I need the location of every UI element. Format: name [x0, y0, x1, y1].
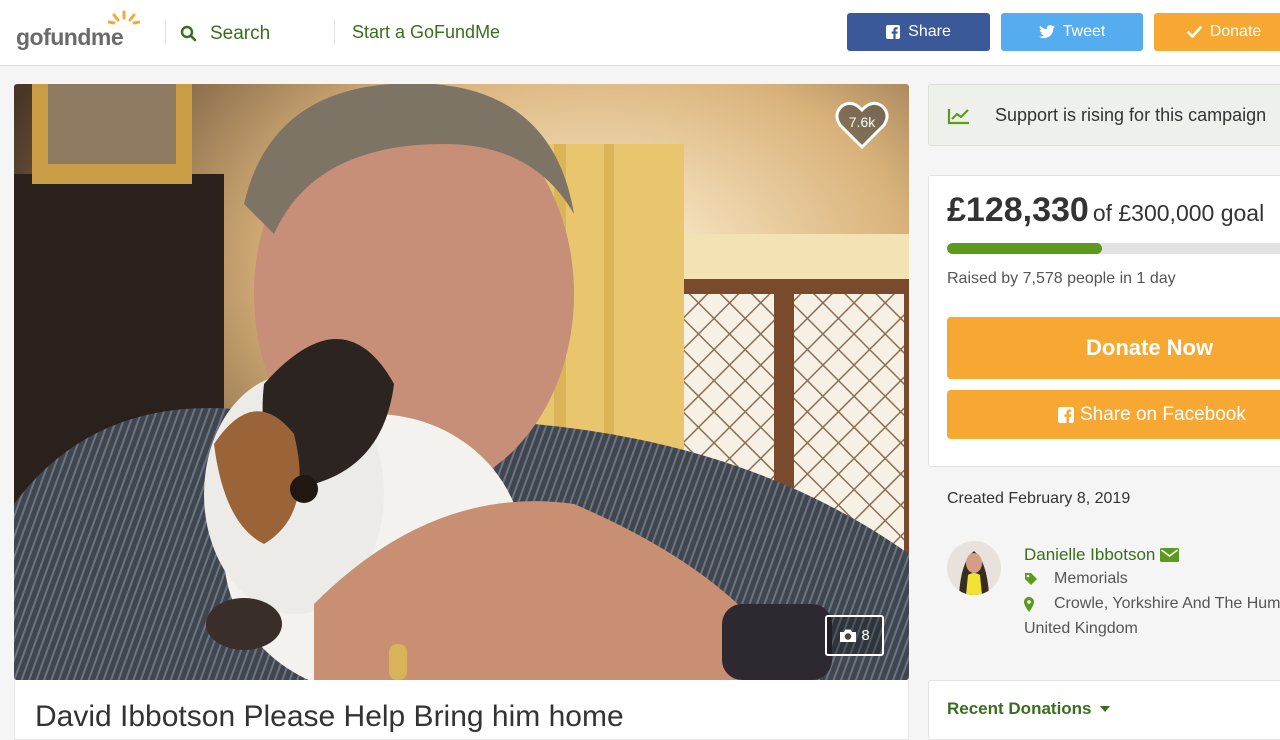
twitter-icon [1038, 25, 1055, 39]
donate-now-button[interactable]: Donate Now [947, 317, 1280, 379]
created-date: Created February 8, 2019 [947, 490, 1131, 507]
header-divider [165, 19, 166, 45]
share-button[interactable]: Share [847, 13, 990, 51]
progress-bar [947, 243, 1280, 254]
header-donate-button[interactable]: Donate [1154, 13, 1280, 51]
share-on-facebook-label: Share on Facebook [1080, 403, 1246, 425]
raised-summary: £128,330 of £300,000 goal [947, 191, 1264, 230]
site-header: gofundme Search Start a GoFundMe Share T… [0, 0, 1280, 66]
facebook-icon [886, 25, 901, 39]
facebook-icon [1058, 406, 1074, 423]
checkmark-icon [1186, 26, 1202, 38]
raised-goal: of £300,000 goal [1092, 200, 1265, 226]
caret-down-icon [1099, 706, 1110, 712]
recent-donations-toggle[interactable]: Recent Donations [947, 699, 1110, 719]
category-row: Memorials [1024, 570, 1128, 588]
donate-now-label: Donate Now [1086, 335, 1214, 360]
camera-icon [840, 629, 857, 642]
share-label: Share [908, 23, 951, 40]
location-line1: Crowle, Yorkshire And The Humber [1054, 595, 1280, 612]
tweet-button[interactable]: Tweet [1001, 13, 1143, 51]
header-divider [334, 19, 335, 45]
avatar-image [947, 541, 1001, 595]
support-rising-banner: Support is rising for this campaign [928, 84, 1280, 146]
campaign-title-card: David Ibbotson Please Help Bring him hom… [14, 680, 909, 740]
campaign-photo[interactable]: 7.6k 8 [14, 84, 909, 680]
search-icon [180, 25, 197, 42]
organizer-name: Danielle Ibbotson [1024, 545, 1156, 564]
category-link[interactable]: Memorials [1054, 570, 1128, 588]
tweet-label: Tweet [1062, 23, 1106, 40]
envelope-icon[interactable] [1160, 548, 1180, 562]
organizer-avatar[interactable] [947, 541, 1001, 595]
support-text: Support is rising for this campaign [995, 105, 1267, 125]
organizer-name-link[interactable]: Danielle Ibbotson [1024, 545, 1180, 565]
heart-count: 7.6k [848, 114, 876, 130]
raised-by-text: Raised by 7,578 people in 1 day [947, 270, 1176, 287]
gofundme-logo[interactable]: gofundme [16, 10, 146, 52]
progress-fill [947, 243, 1102, 254]
trending-up-icon [947, 109, 969, 125]
donate-label: Donate [1209, 23, 1262, 40]
recent-donations-label: Recent Donations [947, 699, 1092, 718]
heart-button[interactable]: 7.6k [835, 100, 889, 150]
donation-progress-card: £128,330 of £300,000 goal Raised by 7,578… [928, 175, 1280, 467]
recent-donations-card: Recent Donations [928, 680, 1280, 740]
location-line2: United Kingdom [1024, 620, 1138, 637]
search-label: Search [210, 23, 271, 44]
map-marker-icon [1024, 596, 1054, 612]
share-on-facebook-button[interactable]: Share on Facebook [947, 390, 1280, 439]
campaign-title: David Ibbotson Please Help Bring him hom… [35, 700, 624, 733]
tag-icon [1024, 572, 1054, 586]
raised-amount: £128,330 [947, 191, 1089, 229]
start-gofundme-link[interactable]: Start a GoFundMe [352, 22, 500, 43]
search-button[interactable]: Search [180, 20, 270, 48]
logo-sun-icon [108, 10, 140, 25]
photo-gallery-button[interactable]: 8 [825, 615, 884, 656]
location-row: Crowle, Yorkshire And The Humber [1024, 595, 1280, 613]
logo-text: gofundme [16, 24, 124, 50]
location-country-row: United Kingdom [1024, 620, 1138, 638]
campaign-photo-image [14, 84, 909, 680]
photo-count: 8 [861, 627, 870, 644]
